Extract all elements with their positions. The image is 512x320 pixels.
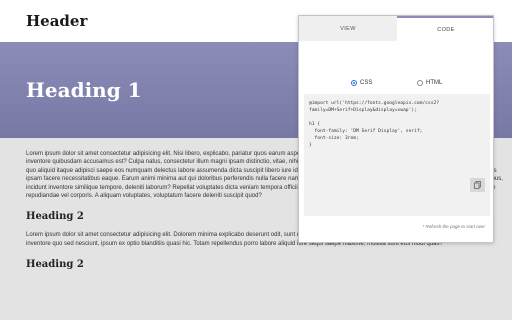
format-option-css[interactable]: CSS <box>351 80 372 86</box>
copy-icon <box>474 181 481 189</box>
font-preview-panel: VIEW CODE CSS HTML @import url('https://… <box>298 15 494 243</box>
css-label: CSS <box>360 80 373 86</box>
panel-tabs: VIEW CODE <box>299 16 493 41</box>
format-selector: CSS HTML <box>299 80 493 90</box>
css-radio[interactable] <box>351 80 357 86</box>
section-heading: Heading 2 <box>26 259 84 271</box>
code-snippet[interactable]: @import url('https://fonts.googleapis.co… <box>309 100 439 149</box>
refresh-note: * Refresh the page to start over <box>422 224 485 229</box>
html-label: HTML <box>426 80 443 86</box>
format-option-html[interactable]: HTML <box>417 80 442 86</box>
site-title: Header <box>26 12 88 30</box>
tab-code[interactable]: CODE <box>397 16 493 41</box>
html-radio[interactable] <box>417 80 423 86</box>
hero-heading: Heading 1 <box>26 78 142 102</box>
tab-view[interactable]: VIEW <box>299 16 397 41</box>
copy-button[interactable] <box>470 178 485 192</box>
code-block: @import url('https://fonts.googleapis.co… <box>304 94 490 216</box>
